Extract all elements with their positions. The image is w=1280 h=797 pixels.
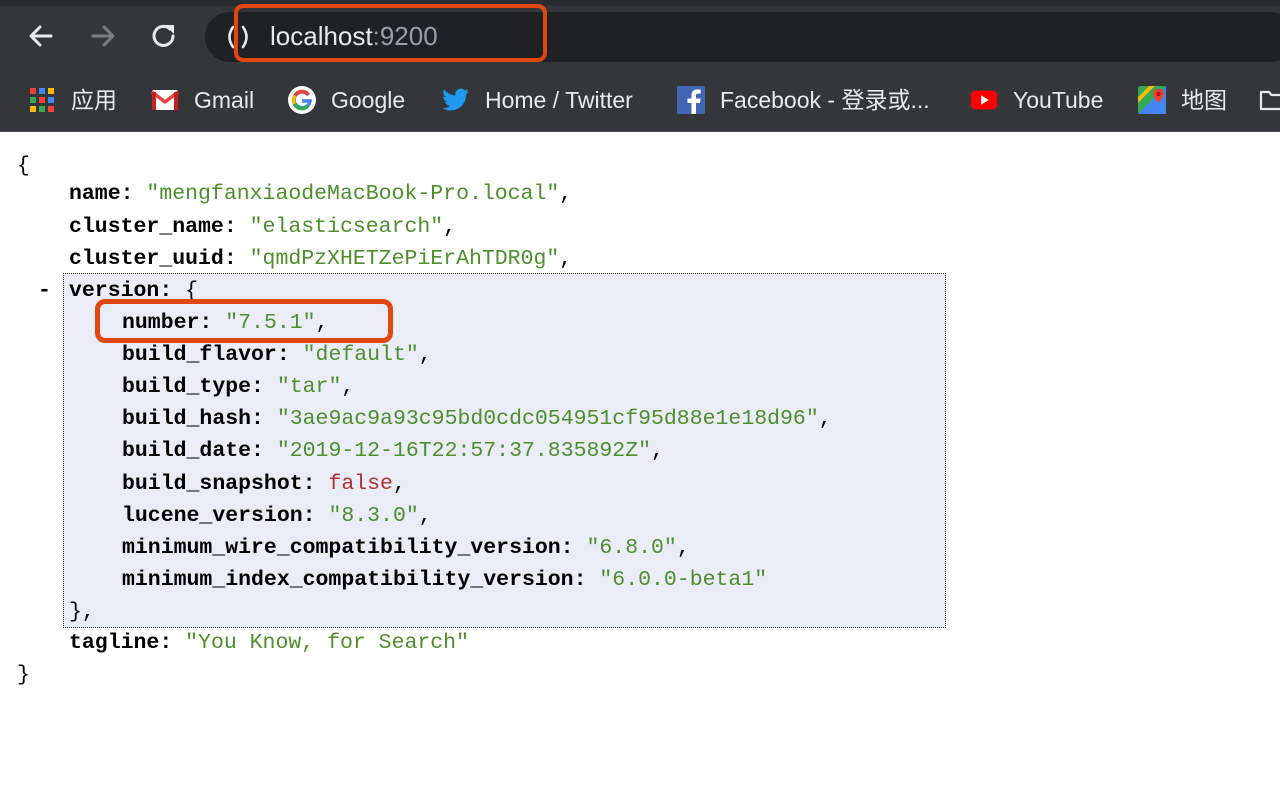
json-key: cluster_name [69,215,224,239]
bookmark-label: Google [331,87,406,113]
json-key: build_flavor [122,343,277,367]
reload-button[interactable] [142,14,186,58]
bookmark-label: Gmail [194,87,255,113]
json-row-lucene-version: lucene_version: "8.3.0", [122,504,432,528]
json-row-build-snapshot: build_snapshot: false, [122,472,406,496]
json-key: tagline [69,631,160,655]
json-close-brace: } [17,663,30,687]
json-string-value: "2019-12-16T22:57:37.835892Z" [276,439,652,463]
bookmark-label: 地图 [1181,87,1227,113]
folder-icon [1259,86,1280,114]
json-key: build_snapshot [122,472,303,496]
facebook-icon [677,86,705,114]
bookmark-folder[interactable] [1259,80,1280,120]
json-string-value: "8.3.0" [328,504,419,528]
json-string-value: "default" [302,343,419,367]
json-key: cluster_uuid [69,247,224,271]
gmail-icon [151,86,179,114]
json-key: build_type [122,375,252,399]
bookmark-label: Home / Twitter [485,87,633,113]
number-highlight-annotation [95,299,393,343]
json-viewer: - { name: "mengfanxiaodeMacBook-Pro.loca… [0,133,1280,797]
json-key: build_date [122,439,252,463]
arrow-left-icon [29,25,53,47]
json-key: minimum_wire_compatibility_version [122,536,561,560]
json-row-build-hash: build_hash: "3ae9ac9a93c95bd0cdc054951cf… [122,407,832,431]
json-row-min-wire-compat: minimum_wire_compatibility_version: "6.8… [122,536,690,560]
collapse-toggle[interactable]: - [38,275,51,307]
maps-icon [1138,86,1166,114]
bookmark-twitter[interactable]: Home / Twitter [442,80,633,120]
json-string-value: "tar" [276,375,342,399]
browser-toolbar: localhost:9200 [0,0,1280,70]
bookmark-apps[interactable]: 应用 [28,80,117,120]
json-string-value: "6.0.0-beta1" [599,568,768,592]
json-version-close: }, [69,600,95,624]
bookmark-youtube[interactable]: YouTube [970,80,1103,120]
json-string-value: "3ae9ac9a93c95bd0cdc054951cf95d88e1e18d9… [276,407,819,431]
bookmark-label: 应用 [71,87,117,113]
json-string-value: "elasticsearch" [249,215,444,239]
json-row-cluster-name: cluster_name: "elasticsearch", [69,215,457,239]
json-row-build-flavor: build_flavor: "default", [122,343,432,367]
json-string-value: "mengfanxiaodeMacBook-Pro.local" [146,182,560,206]
tab-strip-edge [0,0,1280,6]
twitter-icon [442,86,470,114]
bookmarks-bar: 应用 Gmail Google Home / Twitter Facebook … [0,70,1280,132]
bookmark-maps[interactable]: 地图 [1138,80,1227,120]
json-key: lucene_version [122,504,303,528]
json-boolean-value: false [328,472,393,496]
json-key: minimum_index_compatibility_version [122,568,574,592]
json-key: build_hash [122,407,252,431]
json-row-name: name: "mengfanxiaodeMacBook-Pro.local", [69,182,573,206]
google-icon [288,86,316,114]
url-highlight-annotation [234,4,547,62]
youtube-icon [970,86,998,114]
forward-button[interactable] [81,14,125,58]
json-row-cluster-uuid: cluster_uuid: "qmdPzXHETZePiErAhTDR0g", [69,247,573,271]
json-row-min-index-compat: minimum_index_compatibility_version: "6.… [122,568,768,592]
json-string-value: "6.8.0" [586,536,677,560]
json-open-brace: { [17,154,30,178]
json-row-build-date: build_date: "2019-12-16T22:57:37.835892Z… [122,439,664,463]
json-string-value: "qmdPzXHETZePiErAhTDR0g" [249,247,560,271]
json-row-build-type: build_type: "tar", [122,375,355,399]
bookmark-gmail[interactable]: Gmail [151,80,254,120]
json-key: name [69,182,121,206]
bookmark-facebook[interactable]: Facebook - 登录或... [677,80,930,120]
back-button[interactable] [19,14,63,58]
apps-grid-icon [28,86,56,114]
arrow-right-icon [91,25,115,47]
bookmark-label: YouTube [1013,87,1104,113]
bookmark-label: Facebook - 登录或... [720,87,930,113]
bookmark-google[interactable]: Google [288,80,405,120]
json-row-tagline: tagline: "You Know, for Search" [69,631,469,655]
reload-icon [152,24,175,47]
json-string-value: "You Know, for Search" [185,631,469,655]
